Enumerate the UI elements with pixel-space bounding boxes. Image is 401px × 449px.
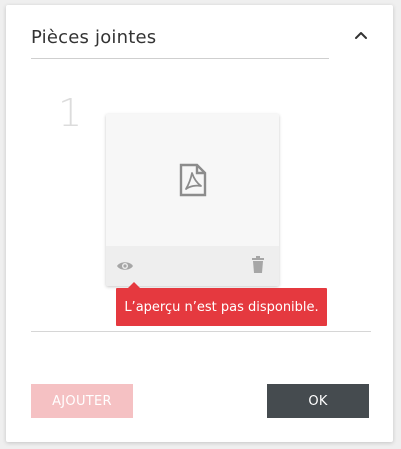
- collapse-button[interactable]: [349, 23, 373, 47]
- pdf-file-icon: [179, 163, 206, 197]
- attachment-preview[interactable]: [106, 114, 279, 246]
- eye-icon: [117, 262, 133, 270]
- attachment-actions: [106, 246, 279, 286]
- preview-unavailable-tooltip: L’aperçu n’est pas disponible.: [116, 282, 327, 326]
- title-divider: [31, 58, 329, 59]
- chevron-up-icon: [355, 32, 367, 39]
- preview-button[interactable]: [116, 258, 134, 277]
- panel-title: Pièces jointes: [31, 27, 157, 48]
- add-button[interactable]: AJOUTER: [31, 384, 133, 418]
- ok-button[interactable]: OK: [267, 384, 369, 418]
- attachments-panel: Pièces jointes 1 L’aperçu n’est pas disp…: [6, 5, 393, 442]
- footer-divider: [31, 331, 371, 332]
- delete-button[interactable]: [251, 256, 265, 277]
- trash-icon: [252, 256, 264, 273]
- attachment-index: 1: [58, 91, 83, 135]
- attachment-card[interactable]: [106, 114, 279, 286]
